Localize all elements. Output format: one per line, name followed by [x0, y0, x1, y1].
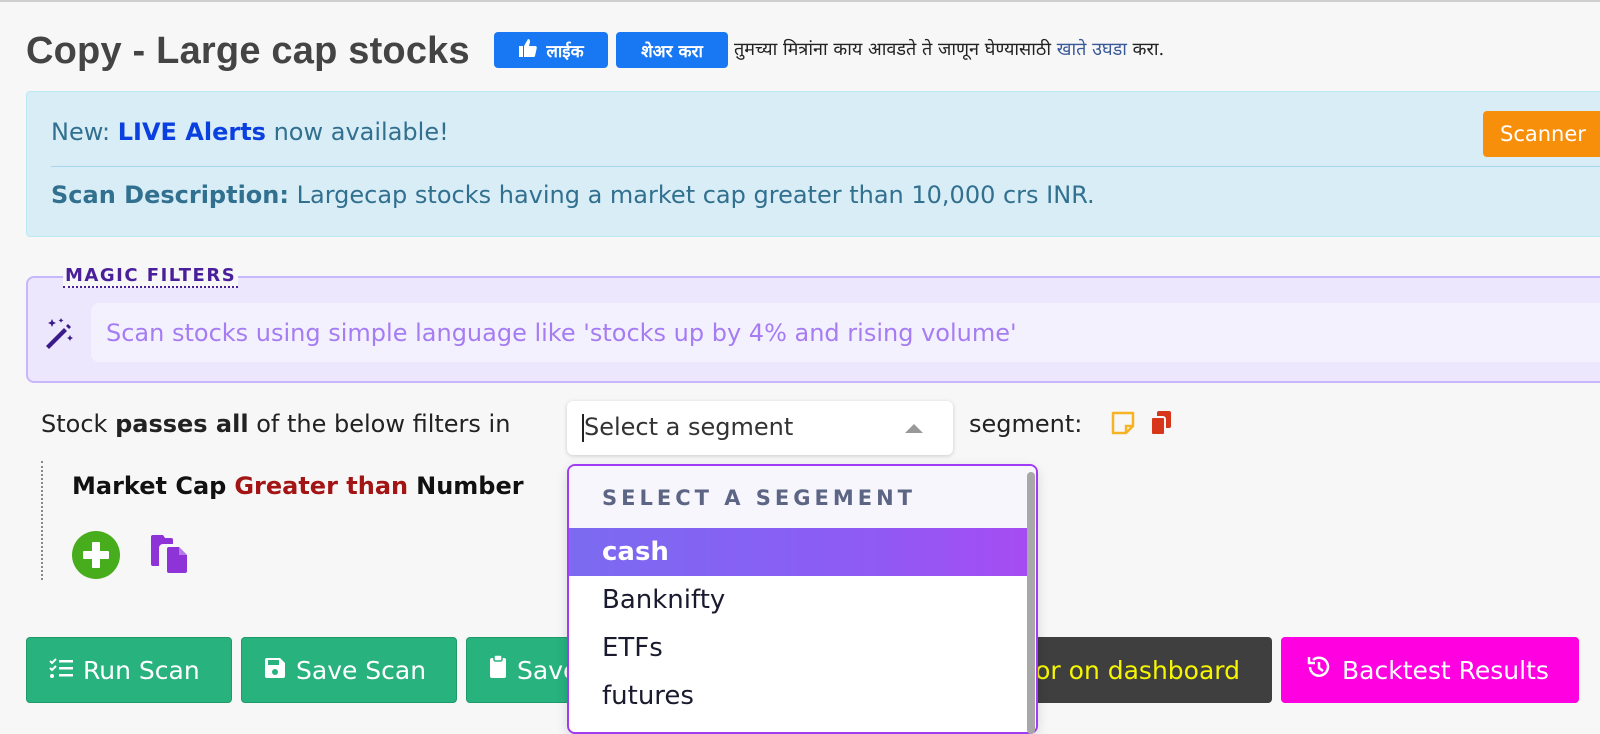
magic-filters-legend: MAGIC FILTERS [63, 265, 239, 288]
scan-description-text: Largecap stocks having a market cap grea… [288, 181, 1095, 209]
chevron-up-icon [905, 424, 923, 433]
sticky-note-icon[interactable] [1110, 410, 1136, 440]
live-alerts-link[interactable]: LIVE Alerts [118, 118, 266, 146]
segment-suffix: segment: [969, 410, 1083, 438]
live-alerts-notice: New: LIVE Alerts now available! [51, 118, 449, 146]
run-scan-label: Run Scan [83, 655, 200, 685]
scan-description: Scan Description: Largecap stocks having… [51, 181, 1095, 209]
paste-filter-icon[interactable] [149, 533, 191, 579]
facebook-share-label: शेअर करा [641, 41, 703, 62]
segment-select[interactable]: Select a segment [567, 401, 953, 455]
facebook-text-after: करा. [1126, 39, 1165, 60]
backtest-results-button[interactable]: Backtest Results [1281, 637, 1579, 703]
thumbs-up-icon [518, 38, 538, 63]
facebook-text-before: तुमच्या मित्रांना काय आवडते ते जाणून घेण… [734, 39, 1057, 60]
scanner-button[interactable]: Scanner [1483, 111, 1600, 157]
dropdown-option-banknifty[interactable]: Banknifty [569, 576, 1030, 624]
alert-suffix: now available! [265, 118, 449, 146]
segment-select-placeholder: Select a segment [584, 413, 794, 441]
top-border [0, 0, 1600, 2]
history-icon [1306, 654, 1332, 686]
facebook-open-account-link[interactable]: खाते उघडा [1057, 39, 1127, 60]
filter-sentence: Stock passes all of the below filters in [41, 410, 510, 438]
segment-dropdown-menu: SELECT A SEGEMENT cash Banknifty ETFs fu… [567, 464, 1038, 734]
floppy-disk-icon [264, 656, 286, 685]
dropdown-option-futures[interactable]: futures [569, 672, 1030, 720]
clipboard-icon [489, 654, 507, 685]
dropdown-option-cash[interactable]: cash [569, 528, 1030, 576]
copy-icon[interactable] [1148, 409, 1174, 441]
page-title: Copy - Large cap stocks [26, 30, 470, 72]
alert-prefix: New: [51, 118, 118, 146]
facebook-like-button[interactable]: लाईक [494, 32, 608, 68]
run-scan-button[interactable]: Run Scan [26, 637, 232, 703]
criteria-label[interactable]: Market Cap [72, 472, 226, 500]
filter-prefix: Stock [41, 410, 116, 438]
alert-divider [51, 166, 1600, 167]
facebook-social-text: तुमच्या मित्रांना काय आवडते ते जाणून घेण… [734, 37, 1164, 61]
passes-all-toggle[interactable]: passes all [115, 410, 249, 438]
magic-wand-icon [42, 316, 76, 354]
backtest-label: Backtest Results [1342, 655, 1549, 685]
list-check-icon [49, 656, 73, 685]
monitor-label: or on dashboard [1035, 655, 1240, 685]
dropdown-scrollbar[interactable] [1027, 472, 1035, 734]
filter-middle: of the below filters in [248, 410, 511, 438]
save-scan-label: Save Scan [296, 655, 427, 685]
add-filter-icon[interactable] [72, 531, 120, 583]
save-scan-button[interactable]: Save Scan [241, 637, 457, 703]
facebook-like-label: लाईक [546, 41, 584, 62]
dropdown-header: SELECT A SEGEMENT [569, 466, 1036, 528]
criteria-guide-line [41, 461, 43, 580]
criteria-row: Market Cap Greater than Number [72, 472, 524, 500]
scan-description-label: Scan Description: [51, 181, 289, 209]
magic-filter-input[interactable] [91, 303, 1600, 362]
criteria-operator[interactable]: Greater than [234, 472, 408, 500]
criteria-value[interactable]: Number [416, 472, 523, 500]
facebook-share-button[interactable]: शेअर करा [616, 32, 728, 68]
info-alert-box: New: LIVE Alerts now available! Scan Des… [26, 91, 1600, 237]
dropdown-option-etfs[interactable]: ETFs [569, 624, 1030, 672]
